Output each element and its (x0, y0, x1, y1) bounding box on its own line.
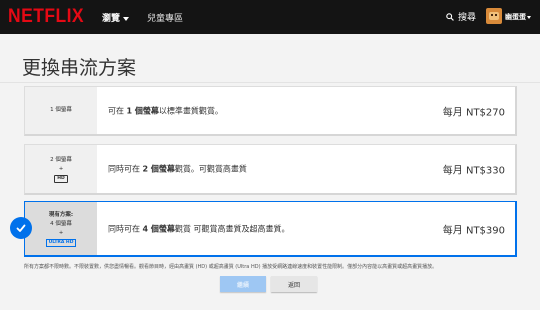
plus-sign: + (58, 165, 64, 172)
plan-screens: 1 個螢幕 (50, 107, 72, 113)
search-icon (446, 12, 454, 21)
plan-footnote: 所有方案都不限時數。不限裝置數，供您盡情暢看。觀看節目時，經由高畫質 (HD) … (24, 264, 438, 270)
plan-price: 每月 NT$390 (442, 225, 505, 236)
plan-description: 同時可在 4 個螢幕觀賞 可觀賞高畫質及超高畫質。 (108, 224, 290, 233)
plan-option-3[interactable]: 現有方案: 4 個螢幕 + ULTRA HD 同時可在 4 個螢幕觀賞 可觀賞高… (24, 201, 517, 257)
plan-summary: 2 個螢幕 + HD (25, 145, 97, 193)
plus-sign: + (58, 229, 64, 236)
back-button[interactable]: 返回 (271, 276, 317, 292)
hd-badge: HD (54, 174, 68, 183)
continue-button[interactable]: 繼續 (220, 276, 266, 292)
plan-option-1[interactable]: 1 個螢幕 可在 1 個螢幕以標準畫質觀賞。 每月 NT$270 (24, 86, 517, 136)
plan-price: 每月 NT$270 (442, 107, 505, 118)
plan-screens: 2 個螢幕 (50, 156, 72, 163)
plan-price: 每月 NT$330 (442, 165, 505, 177)
avatar[interactable] (486, 8, 502, 24)
profile-name: 幽蛋蛋 (505, 13, 526, 21)
divider (0, 82, 540, 83)
page-title: 更換串流方案 (22, 57, 137, 79)
plan-summary: 現有方案: 4 個螢幕 + ULTRA HD (25, 202, 97, 255)
caret-down-icon (527, 15, 531, 19)
search-button[interactable]: 搜尋 (446, 10, 476, 23)
kids-link[interactable]: 兒童專區 (147, 11, 183, 24)
current-plan-label: 現有方案: (48, 211, 74, 218)
netflix-logo[interactable]: NETFLIX (8, 6, 84, 28)
selected-check-icon (10, 217, 32, 239)
plan-option-2[interactable]: 2 個螢幕 + HD 同時可在 2 個螢幕觀賞。可觀賞高畫質 每月 NT$330 (24, 144, 517, 195)
plan-description: 同時可在 2 個螢幕觀賞。可觀賞高畫質 (108, 164, 247, 174)
browse-label: 瀏覽 (102, 14, 121, 24)
plan-screens: 4 個螢幕 (50, 220, 72, 227)
ultra-hd-badge: ULTRA HD (45, 238, 77, 247)
profile-menu[interactable]: 幽蛋蛋 (505, 12, 531, 22)
plan-summary: 1 個螢幕 (25, 87, 97, 134)
plan-description: 可在 1 個螢幕以標準畫質觀賞。 (108, 106, 223, 115)
search-label: 搜尋 (458, 13, 477, 23)
top-nav: NETFLIX 瀏覽 兒童專區 搜尋 幽蛋蛋 (0, 0, 540, 34)
browse-menu[interactable]: 瀏覽 (102, 11, 130, 24)
caret-down-icon (123, 16, 130, 21)
